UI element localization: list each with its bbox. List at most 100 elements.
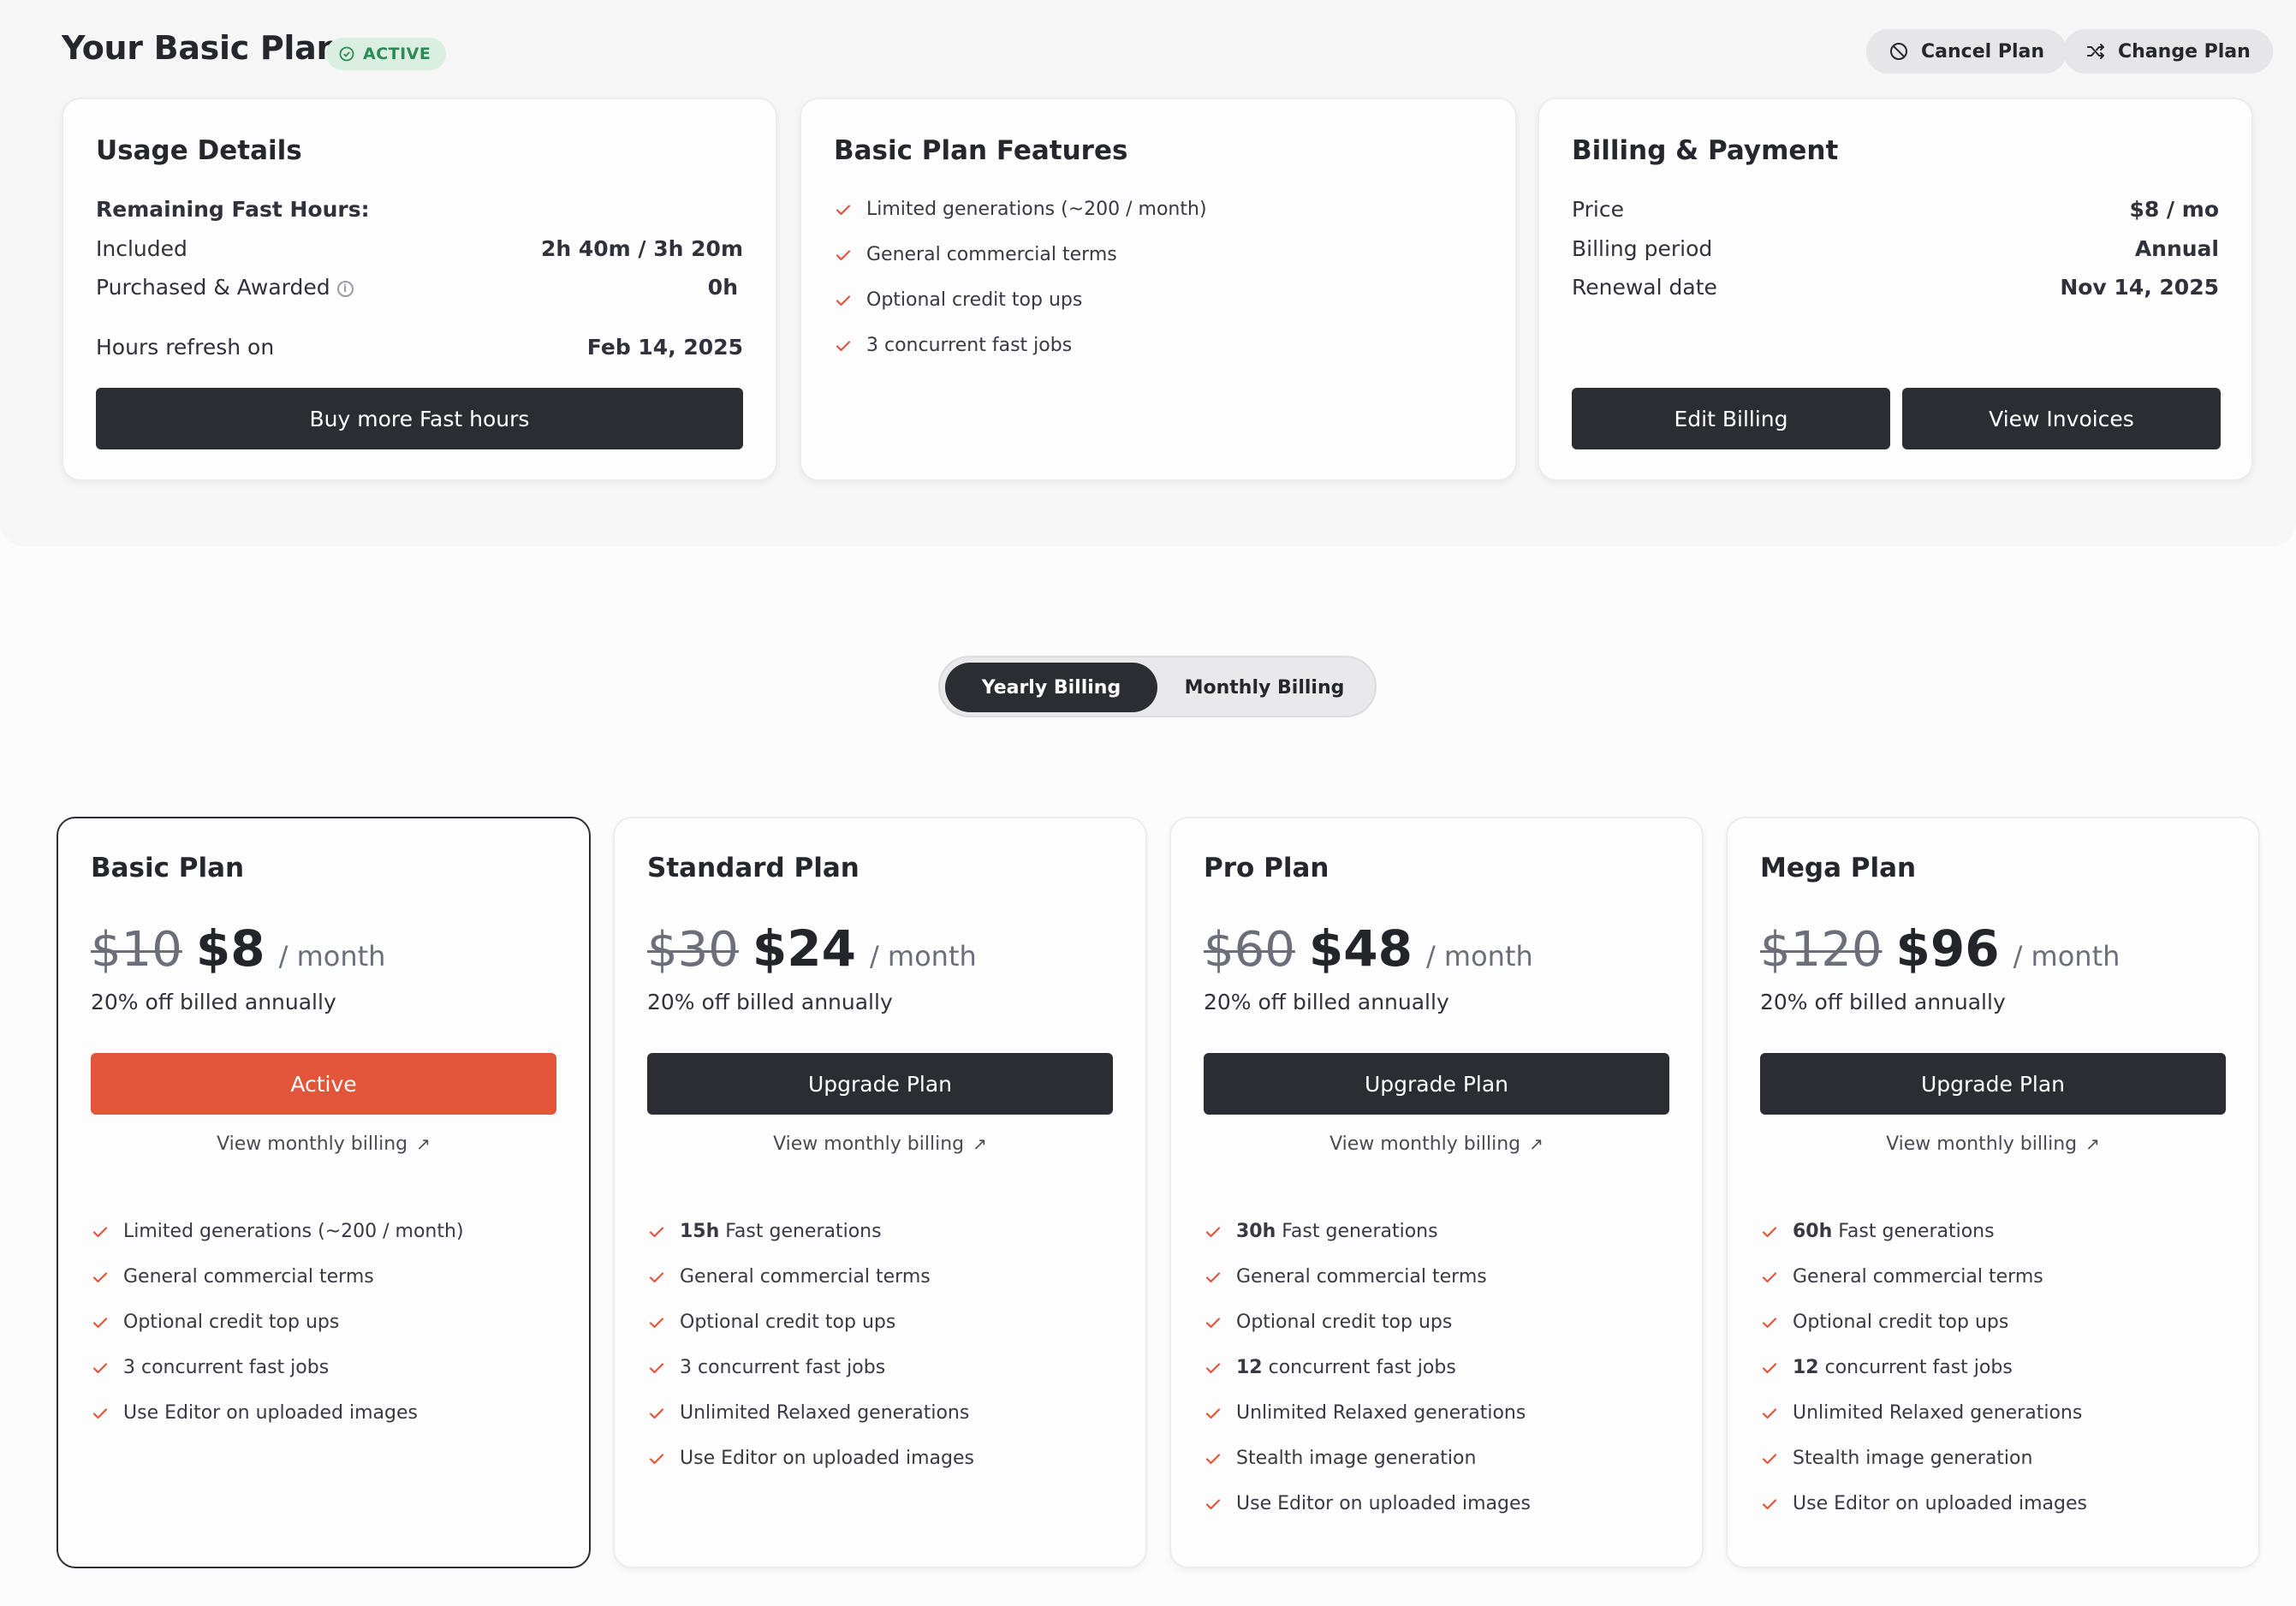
plan-feature-text: General commercial terms xyxy=(1236,1266,1487,1288)
check-icon xyxy=(1205,1317,1221,1328)
billing-toggle: Yearly Billing Monthly Billing xyxy=(938,656,1377,717)
plan-feature-item: Unlimited Relaxed generations xyxy=(647,1402,969,1424)
feature-label: concurrent fast jobs xyxy=(1268,1357,1456,1378)
plan-feature-text: 12 concurrent fast jobs xyxy=(1793,1357,2013,1378)
check-icon xyxy=(836,340,851,351)
check-icon xyxy=(92,1362,108,1373)
plan-card-mega-plan: Mega Plan $120 $96 / month 20% off billed an… xyxy=(1726,817,2260,1568)
view-monthly-billing-link[interactable]: View monthly billing ↗ xyxy=(615,1133,1145,1155)
check-circle-icon xyxy=(339,46,354,62)
price-period: / month xyxy=(1425,940,1533,973)
edit-billing-button[interactable]: Edit Billing xyxy=(1572,388,1890,449)
view-monthly-billing-link[interactable]: View monthly billing ↗ xyxy=(1728,1133,2258,1155)
feature-item: General commercial terms xyxy=(834,244,1117,265)
refresh-label: Hours refresh on xyxy=(96,335,275,360)
active-plan-button[interactable]: Active xyxy=(91,1053,556,1115)
status-badge-label: ACTIVE xyxy=(363,45,431,63)
upgrade-plan-button[interactable]: Upgrade Plan xyxy=(647,1053,1113,1115)
plan-feature-item: 12 concurrent fast jobs xyxy=(1760,1357,2013,1378)
upgrade-plan-button[interactable]: Upgrade Plan xyxy=(1760,1053,2226,1115)
view-monthly-billing-label: View monthly billing xyxy=(773,1133,965,1155)
plan-feature-text: 15h Fast generations xyxy=(680,1221,882,1242)
check-icon xyxy=(92,1226,108,1237)
feature-label: Optional credit top ups xyxy=(866,289,1083,311)
plan-feature-item: Unlimited Relaxed generations xyxy=(1204,1402,1526,1424)
view-monthly-billing-link[interactable]: View monthly billing ↗ xyxy=(58,1133,589,1155)
check-icon xyxy=(1762,1226,1777,1237)
check-icon xyxy=(649,1362,664,1373)
feature-label: General commercial terms xyxy=(1793,1266,2043,1288)
included-row: Included 2h 40m / 3h 20m xyxy=(96,236,743,261)
arrow-up-right-icon: ↗ xyxy=(973,1133,987,1154)
feature-item: 3 concurrent fast jobs xyxy=(834,335,1072,356)
status-badge: ACTIVE xyxy=(326,38,447,70)
plan-feature-item: Use Editor on uploaded images xyxy=(647,1448,974,1469)
plan-card-pro-plan: Pro Plan $60 $48 / month 20% off billed annu… xyxy=(1169,817,1704,1568)
remaining-label: Remaining Fast Hours: xyxy=(96,197,370,222)
renewal-row: Renewal date Nov 14, 2025 xyxy=(1572,275,2219,300)
price-value: $8 / mo xyxy=(2129,197,2219,222)
discount-note: 20% off billed annually xyxy=(1204,990,1449,1014)
feature-label: Optional credit top ups xyxy=(123,1312,340,1333)
plan-feature-text: 3 concurrent fast jobs xyxy=(123,1357,329,1378)
discount-note: 20% off billed annually xyxy=(1760,990,2006,1014)
plan-feature-item: Use Editor on uploaded images xyxy=(1204,1493,1531,1514)
buy-fast-hours-button[interactable]: Buy more Fast hours xyxy=(96,388,743,449)
plan-feature-text: Stealth image generation xyxy=(1793,1448,2032,1469)
plan-feature-text: General commercial terms xyxy=(1793,1266,2043,1288)
plan-feature-text: 3 concurrent fast jobs xyxy=(680,1357,885,1378)
plan-name: Standard Plan xyxy=(647,853,860,883)
plan-feature-item: 30h Fast generations xyxy=(1204,1221,1438,1242)
upgrade-plan-button[interactable]: Upgrade Plan xyxy=(1204,1053,1669,1115)
plan-features-card: Basic Plan Features Limited generations … xyxy=(800,98,1517,481)
plan-feature-text: Unlimited Relaxed generations xyxy=(680,1402,969,1424)
renewal-label: Renewal date xyxy=(1572,275,1717,300)
billing-card: Billing & Payment Price $8 / mo Billing p… xyxy=(1538,98,2253,481)
discounted-price: $8 xyxy=(195,919,265,978)
plan-price: $10 $8 / month xyxy=(91,919,385,978)
feature-label: General commercial terms xyxy=(1236,1266,1487,1288)
plan-card-standard-plan: Standard Plan $30 $24 / month 20% off billed… xyxy=(613,817,1147,1568)
plan-feature-item: 3 concurrent fast jobs xyxy=(91,1357,329,1378)
plan-feature-text: Use Editor on uploaded images xyxy=(1793,1493,2087,1514)
feature-label: Use Editor on uploaded images xyxy=(123,1402,418,1424)
check-icon xyxy=(92,1317,108,1328)
included-label: Included xyxy=(96,236,187,261)
original-price: $10 xyxy=(91,922,182,978)
info-icon[interactable]: i xyxy=(336,280,354,297)
change-plan-button[interactable]: Change Plan xyxy=(2063,29,2273,74)
plan-feature-text: 60h Fast generations xyxy=(1793,1221,1995,1242)
plan-feature-item: Use Editor on uploaded images xyxy=(91,1402,418,1424)
plan-name: Basic Plan xyxy=(91,853,245,883)
plan-feature-item: 15h Fast generations xyxy=(647,1221,882,1242)
plan-feature-item: 12 concurrent fast jobs xyxy=(1204,1357,1456,1378)
price-period: / month xyxy=(278,940,386,973)
plan-feature-item: General commercial terms xyxy=(91,1266,374,1288)
plan-feature-item: Optional credit top ups xyxy=(647,1312,895,1333)
usage-details-card: Usage Details Remaining Fast Hours: Incl… xyxy=(62,98,777,481)
plan-feature-text: 12 concurrent fast jobs xyxy=(1236,1357,1456,1378)
check-icon xyxy=(1205,1407,1221,1419)
plan-feature-text: Optional credit top ups xyxy=(1793,1312,2008,1333)
plan-feature-text: Optional credit top ups xyxy=(123,1312,339,1333)
feature-highlight: 12 xyxy=(1793,1357,1819,1378)
monthly-billing-tab[interactable]: Monthly Billing xyxy=(1159,663,1370,712)
feature-highlight: 15h xyxy=(680,1221,720,1242)
check-icon xyxy=(1762,1317,1777,1328)
price-label: Price xyxy=(1572,197,1624,222)
feature-label: General commercial terms xyxy=(123,1266,374,1288)
cancel-plan-button[interactable]: Cancel Plan xyxy=(1866,29,2067,74)
view-monthly-billing-label: View monthly billing xyxy=(1329,1133,1521,1155)
purchased-row: Purchased & Awarded i 0h xyxy=(96,275,743,300)
plan-feature-text: Use Editor on uploaded images xyxy=(680,1448,974,1469)
yearly-billing-tab[interactable]: Yearly Billing xyxy=(945,663,1157,712)
plan-feature-text: General commercial terms xyxy=(680,1266,931,1288)
check-icon xyxy=(649,1453,664,1464)
check-icon xyxy=(1205,1271,1221,1282)
view-invoices-button[interactable]: View Invoices xyxy=(1902,388,2221,449)
plan-feature-text: Optional credit top ups xyxy=(680,1312,895,1333)
feature-highlight: 60h xyxy=(1793,1221,1833,1242)
period-label: Billing period xyxy=(1572,236,1713,261)
shuffle-icon xyxy=(2087,44,2104,59)
view-monthly-billing-link[interactable]: View monthly billing ↗ xyxy=(1171,1133,1702,1155)
